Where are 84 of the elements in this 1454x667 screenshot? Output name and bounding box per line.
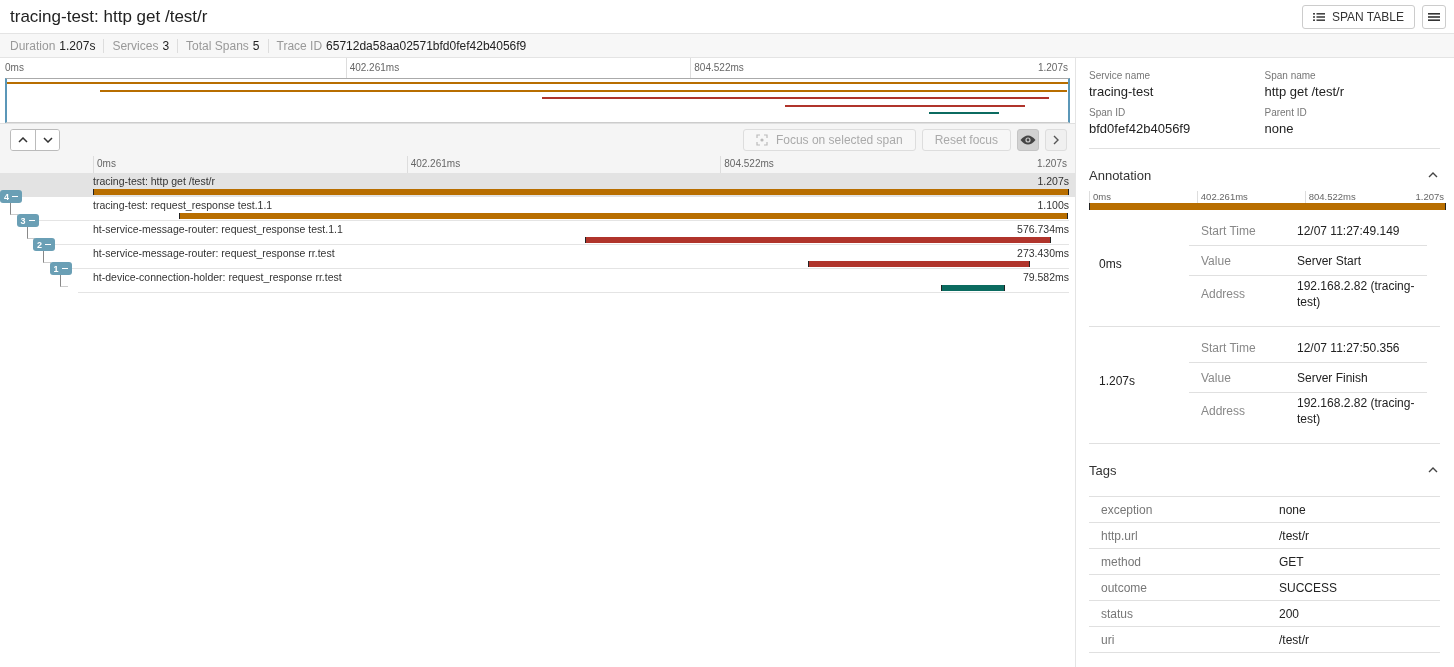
summary-value: 65712da58aa02571bfd0fef42b4056f9 — [326, 38, 527, 53]
tag-value: /test/r — [1279, 632, 1310, 647]
summary-label: Total Spans — [186, 38, 249, 53]
span-name: tracing-test: http get /test/r — [93, 175, 215, 188]
section-title: Tags — [1089, 462, 1117, 478]
tick-label: 804.522ms — [694, 62, 744, 73]
field-value: tracing-test — [1089, 84, 1155, 99]
field-label: Parent ID — [1264, 107, 1308, 118]
chevron-up-icon — [1428, 172, 1438, 178]
tag-key: status — [1089, 606, 1279, 621]
summary-label: Services — [112, 38, 159, 53]
span-name: tracing-test: request_response test.1.1 — [93, 199, 273, 212]
span-duration: 1.207s — [1037, 175, 1069, 188]
section-title: Annotation — [1089, 167, 1152, 183]
tick-label: 804.522ms — [724, 158, 774, 169]
annotation-key: Address — [1189, 287, 1297, 301]
span-duration: 576.734ms — [1017, 223, 1069, 236]
next-span-button[interactable] — [35, 130, 59, 150]
tick-label: 1.207s — [1036, 158, 1067, 169]
span-duration: 273.430ms — [1017, 247, 1069, 260]
chevron-right-icon — [1053, 135, 1059, 145]
summary-label: Trace ID — [276, 38, 323, 53]
trace-title: tracing-test: http get /test/r — [10, 6, 208, 27]
tick-label: 402.261ms — [1200, 191, 1248, 202]
tag-key: http.url — [1089, 528, 1279, 543]
span-duration: 79.582ms — [1022, 271, 1069, 284]
annotation-key: Start Time — [1189, 340, 1297, 355]
tag-value: SUCCESS — [1279, 580, 1338, 595]
field-value: http get /test/r — [1264, 84, 1345, 99]
tag-key: outcome — [1089, 580, 1279, 595]
annotation-value: 12/07 11:27:49.149 — [1297, 222, 1401, 239]
field-value: none — [1264, 121, 1295, 136]
annotation-value: Server Start — [1297, 252, 1363, 269]
span-duration: 1.100s — [1037, 199, 1069, 212]
tick-label: 1.207s — [1415, 191, 1444, 202]
tag-key: method — [1089, 554, 1279, 569]
summary-value: 5 — [252, 38, 260, 53]
previous-span-button[interactable] — [11, 130, 35, 150]
annotation-value: 192.168.2.82 (tracing-test) — [1297, 278, 1416, 310]
tag-value: /test/r — [1279, 528, 1310, 543]
tick-label: 804.522ms — [1308, 191, 1356, 202]
chevron-up-icon — [18, 137, 28, 143]
annotation-key: Value — [1189, 253, 1297, 268]
span-name: ht-service-message-router: request_response rr.test — [93, 247, 335, 260]
collapse-button[interactable] — [1426, 170, 1440, 180]
tick-label: 402.261ms — [410, 158, 461, 169]
tag-value: 200 — [1279, 606, 1301, 621]
collapse-button[interactable] — [1426, 465, 1440, 475]
summary-value: 3 — [162, 38, 170, 53]
focus-icon — [755, 134, 768, 146]
tag-value: GET — [1279, 554, 1305, 569]
chevron-down-icon — [42, 137, 53, 143]
annotation-value: 192.168.2.82 (tracing-test) — [1297, 395, 1416, 427]
annotation-value: Server Finish — [1297, 369, 1369, 386]
visibility-toggle[interactable] — [1017, 129, 1039, 151]
field-label: Span name — [1264, 70, 1317, 81]
tick-label: 402.261ms — [349, 62, 400, 73]
eye-icon — [1020, 135, 1036, 145]
annotation-value: 12/07 11:27:50.356 — [1297, 339, 1401, 356]
annotation-time: 1.207s — [1098, 374, 1137, 388]
span-table-button[interactable]: SPAN TABLE — [1301, 4, 1415, 29]
span-name: ht-service-message-router: request_response test.1.1 — [93, 223, 343, 236]
summary-label: Duration — [10, 38, 56, 53]
list-icon — [1312, 11, 1325, 22]
tick-label: 1.207s — [1037, 62, 1068, 73]
tick-label: 0ms — [1093, 191, 1111, 202]
tag-key: exception — [1089, 502, 1279, 517]
annotation-key: Address — [1189, 404, 1297, 418]
menu-icon — [1428, 11, 1440, 22]
tag-value: none — [1279, 502, 1307, 517]
annotation-key: Start Time — [1189, 223, 1297, 238]
annotation-key: Value — [1189, 370, 1297, 385]
tag-key: uri — [1089, 632, 1279, 647]
field-label: Service name — [1089, 70, 1152, 81]
field-value: bfd0fef42b4056f9 — [1089, 121, 1192, 136]
minimap-span-line — [929, 112, 999, 114]
chevron-up-icon — [1428, 467, 1438, 473]
annotation-time: 0ms — [1098, 257, 1123, 271]
tick-label: 0ms — [5, 62, 24, 73]
tick-label: 0ms — [97, 158, 116, 169]
span-name: ht-device-connection-holder: request_response rr.test — [93, 271, 342, 284]
summary-value: 1.207s — [59, 38, 96, 53]
menu-button[interactable] — [1422, 4, 1446, 29]
field-label: Span ID — [1089, 107, 1127, 118]
